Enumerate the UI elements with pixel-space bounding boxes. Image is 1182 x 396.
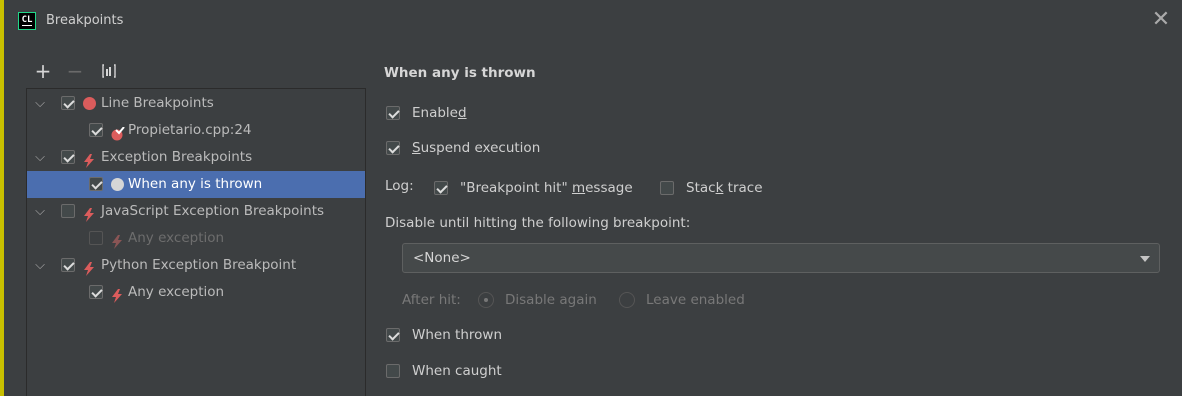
- when-caught-label: When caught: [412, 363, 502, 379]
- enabled-checkbox[interactable]: [386, 106, 400, 120]
- when-any-thrown-checkbox[interactable]: [89, 177, 103, 191]
- tree-item-label: Exception Breakpoints: [101, 149, 253, 165]
- tree-item-label: Python Exception Breakpoint: [101, 257, 297, 273]
- tree-item-label: Any exception: [128, 230, 225, 246]
- log-message-checkbox[interactable]: [434, 181, 448, 195]
- dropdown-value: <None>: [413, 250, 471, 266]
- log-message-text: "Breakpoint hit": [460, 180, 572, 196]
- chevron-down-icon[interactable]: ⌵: [33, 252, 47, 279]
- log-message-mnemonic: m: [571, 180, 586, 196]
- breakpoint-dot-icon: [83, 97, 96, 110]
- chevron-down-icon[interactable]: ⌵: [33, 144, 47, 171]
- dropdown-arrow-icon[interactable]: [1140, 256, 1150, 262]
- tree-group-line-breakpoints[interactable]: ⌵ Line Breakpoints: [27, 90, 365, 117]
- details-heading: When any is thrown: [384, 65, 536, 81]
- stack-trace-text: Stac: [686, 180, 716, 196]
- group-by-file-icon[interactable]: [98, 60, 120, 84]
- log-message-text-end: essage: [585, 180, 633, 196]
- exception-breakpoints-checkbox[interactable]: [61, 150, 75, 164]
- tree-item-js-any-exception[interactable]: Any exception: [27, 225, 365, 252]
- lightning-icon: [111, 232, 124, 249]
- add-breakpoint-button[interactable]: +: [32, 60, 54, 84]
- remove-breakpoint-button[interactable]: −: [64, 60, 86, 84]
- when-caught-checkbox[interactable]: [386, 364, 400, 378]
- lightning-icon: [83, 151, 96, 168]
- verified-breakpoint-icon: [111, 124, 125, 141]
- js-any-exception-checkbox[interactable]: [89, 231, 103, 245]
- tree-group-javascript-exception[interactable]: ⌵ JavaScript Exception Breakpoints: [27, 198, 365, 225]
- tree-group-python-exception[interactable]: ⌵ Python Exception Breakpoint: [27, 252, 365, 279]
- log-label: Log:: [385, 178, 414, 194]
- breakpoint-dependency-dropdown[interactable]: <None>: [402, 243, 1160, 273]
- propietario-checkbox[interactable]: [89, 123, 103, 137]
- suspend-label-text: uspend execution: [420, 140, 541, 156]
- clion-app-icon: CL: [18, 12, 36, 30]
- stack-trace-label: Stack trace: [686, 178, 763, 198]
- tree-group-exception-breakpoints[interactable]: ⌵ Exception Breakpoints: [27, 144, 365, 171]
- tree-item-propietario[interactable]: Propietario.cpp:24: [27, 117, 365, 144]
- chevron-down-icon[interactable]: ⌵: [33, 198, 47, 225]
- tree-toolbar: + −: [26, 60, 366, 86]
- disable-again-radio[interactable]: [478, 292, 494, 308]
- breakpoints-dialog: CL Breakpoints ✕ + − ⌵ Line Breakpoints: [0, 0, 1182, 396]
- lightning-icon: [111, 286, 124, 303]
- stack-trace-text-end: trace: [723, 180, 763, 196]
- enabled-label: Enabled: [412, 103, 467, 123]
- lightning-icon: [83, 205, 96, 222]
- line-breakpoints-checkbox[interactable]: [61, 96, 75, 110]
- when-thrown-checkbox[interactable]: [386, 328, 400, 342]
- javascript-exception-checkbox[interactable]: [61, 204, 75, 218]
- after-hit-label: After hit:: [402, 292, 461, 308]
- disable-again-label: Disable again: [505, 292, 597, 308]
- exception-dot-icon: [111, 178, 124, 191]
- log-message-label: "Breakpoint hit" message: [460, 178, 633, 198]
- enabled-mnemonic: d: [457, 105, 467, 121]
- tree-item-label: Propietario.cpp:24: [128, 122, 252, 138]
- tree-item-label: Line Breakpoints: [101, 95, 214, 111]
- suspend-label: Suspend execution: [412, 138, 540, 158]
- tree-item-label: JavaScript Exception Breakpoints: [101, 203, 325, 219]
- suspend-checkbox[interactable]: [386, 141, 400, 155]
- close-icon[interactable]: ✕: [1150, 9, 1172, 32]
- tree-item-python-any-exception[interactable]: Any exception: [27, 279, 365, 306]
- when-thrown-label: When thrown: [412, 327, 503, 343]
- leave-enabled-radio[interactable]: [619, 292, 635, 308]
- breakpoints-tree: ⌵ Line Breakpoints Propietario.cpp:24 ⌵ …: [26, 88, 366, 396]
- python-exception-checkbox[interactable]: [61, 258, 75, 272]
- stack-trace-checkbox[interactable]: [660, 181, 674, 195]
- suspend-mnemonic: S: [412, 140, 421, 156]
- app-icon-text: CL: [21, 15, 33, 26]
- python-any-exception-checkbox[interactable]: [89, 285, 103, 299]
- enabled-label-text: Enable: [412, 105, 458, 121]
- tree-item-label: Any exception: [128, 284, 225, 300]
- chevron-down-icon[interactable]: ⌵: [33, 90, 47, 117]
- window-title: Breakpoints: [46, 13, 124, 28]
- lightning-icon: [83, 259, 96, 276]
- tree-item-label: When any is thrown: [128, 176, 263, 192]
- leave-enabled-label: Leave enabled: [646, 292, 745, 308]
- disable-until-label: Disable until hitting the following brea…: [385, 215, 691, 231]
- tree-item-when-any-thrown[interactable]: When any is thrown: [27, 171, 365, 198]
- title-bar: CL Breakpoints ✕: [4, 0, 1182, 44]
